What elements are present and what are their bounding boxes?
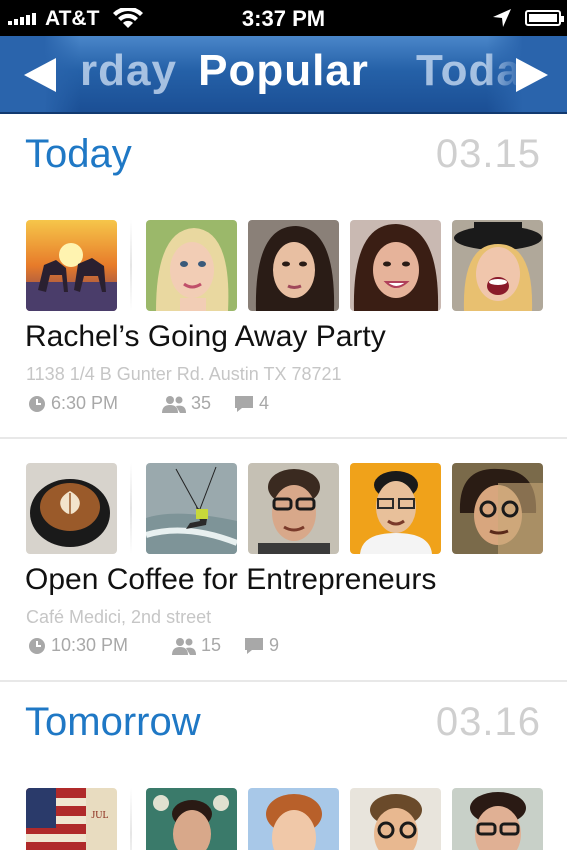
- status-time: 3:37 PM: [241, 6, 326, 31]
- event-address: 1138 1/4 B Gunter Rd. Austin TX 78721: [26, 364, 342, 384]
- man-yellow-background-photo: [350, 463, 441, 554]
- section-date: 03.16: [435, 700, 541, 744]
- event-time: 6:30 PM: [51, 393, 119, 413]
- event-time: 10:30 PM: [51, 635, 129, 655]
- list-divider: [0, 437, 567, 439]
- clock-icon: [29, 637, 45, 654]
- man-patterned-wall-photo: [146, 788, 237, 850]
- event-title[interactable]: Rachel’s Going Away Party: [25, 320, 386, 354]
- status-bar: AT&T 3:37 PM: [0, 0, 567, 36]
- unicorn-painting-photo: [26, 220, 117, 311]
- illustrated-bearded-man-photo: [350, 788, 441, 850]
- kitesurfer-photo: [146, 463, 237, 554]
- thumbnail-separator: [130, 788, 132, 850]
- thumbnail-separator: [130, 220, 132, 311]
- section-title: Today: [25, 132, 132, 176]
- woman-with-hat-photo: [452, 220, 543, 311]
- comment-count: 4: [259, 393, 270, 413]
- people-icon: [172, 637, 196, 655]
- man-glasses-photo: [248, 463, 339, 554]
- comment-count: 9: [269, 635, 280, 655]
- event-title[interactable]: Open Coffee for Entrepreneurs: [25, 563, 436, 597]
- latte-art-photo: [26, 463, 117, 554]
- event-thumbnails: [26, 463, 546, 555]
- event-thumbnails: JUL: [26, 788, 546, 850]
- poster-photo: JUL: [26, 788, 117, 850]
- section-date: 03.15: [435, 132, 541, 176]
- people-icon: [162, 395, 186, 413]
- red-hair-woman-photo: [248, 788, 339, 850]
- event-address: Café Medici, 2nd street: [26, 607, 212, 627]
- man-illustrated-photo: [452, 463, 543, 554]
- smiling-man-glasses-photo: [452, 788, 543, 850]
- svg-text:JUL: JUL: [91, 810, 108, 821]
- list-divider: [0, 680, 567, 682]
- blonde-woman-photo: [146, 220, 237, 311]
- next-arrow-button[interactable]: [512, 56, 552, 94]
- event-thumbnails: [26, 220, 546, 312]
- attendee-count: 35: [191, 393, 212, 413]
- battery-icon: [525, 10, 564, 26]
- previous-arrow-button[interactable]: [20, 56, 60, 94]
- comment-icon: [235, 395, 253, 412]
- section-title: Tomorrow: [25, 700, 201, 744]
- comment-icon: [245, 637, 263, 654]
- attendee-count: 15: [201, 635, 222, 655]
- thumbnail-separator: [130, 463, 132, 554]
- navigation-bar: rday Toda Popular: [0, 36, 567, 114]
- page-title: Popular: [198, 46, 369, 95]
- dark-hair-woman-photo: [248, 220, 339, 311]
- location-arrow-icon: [492, 8, 512, 33]
- clock-icon: [29, 395, 45, 412]
- smiling-woman-photo: [350, 220, 441, 311]
